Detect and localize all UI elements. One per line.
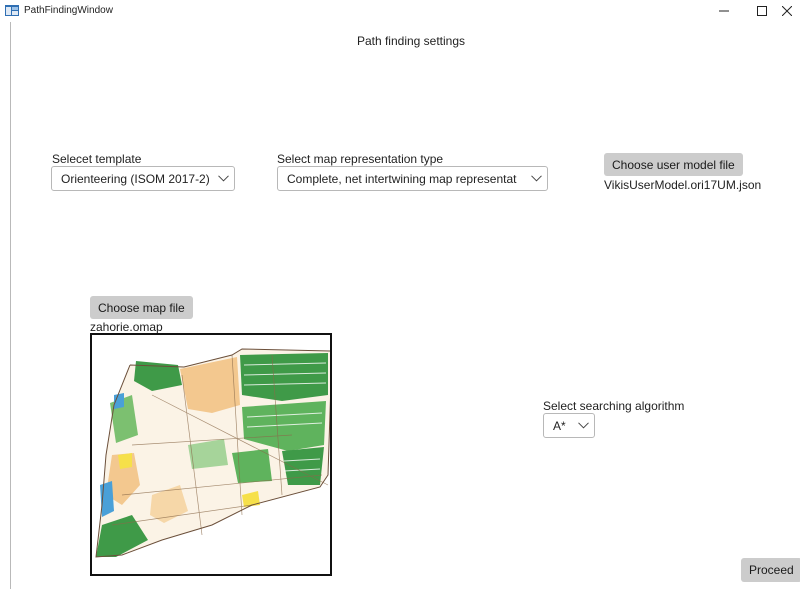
app-icon bbox=[5, 5, 19, 16]
map-file-name: zahorie.omap bbox=[90, 320, 163, 334]
maximize-button[interactable] bbox=[744, 0, 780, 22]
page-title: Path finding settings bbox=[356, 34, 466, 48]
representation-label: Select map representation type bbox=[277, 152, 444, 166]
chevron-down-icon bbox=[572, 422, 594, 429]
minimize-button[interactable] bbox=[706, 0, 742, 22]
representation-selected-value: Complete, net intertwining map represent… bbox=[287, 171, 517, 186]
maximize-icon bbox=[757, 6, 767, 16]
choose-map-file-button[interactable]: Choose map file bbox=[90, 296, 193, 319]
algorithm-label: Select searching algorithm bbox=[543, 399, 685, 413]
close-button[interactable] bbox=[782, 0, 800, 22]
orienteering-map-image bbox=[95, 348, 330, 558]
minimize-icon bbox=[719, 10, 729, 12]
user-model-file-name: VikisUserModel.ori17UM.json bbox=[604, 178, 762, 192]
choose-user-model-button[interactable]: Choose user model file bbox=[604, 153, 743, 176]
representation-combobox[interactable]: Complete, net intertwining map represent… bbox=[277, 166, 548, 191]
map-preview bbox=[90, 333, 332, 576]
chevron-down-icon bbox=[525, 175, 547, 182]
template-selected-value: Orienteering (ISOM 2017-2) bbox=[61, 171, 210, 186]
template-label: Selecet template bbox=[52, 152, 142, 166]
window-title: PathFindingWindow bbox=[24, 5, 113, 16]
template-combobox[interactable]: Orienteering (ISOM 2017-2) bbox=[51, 166, 235, 191]
close-icon bbox=[782, 6, 792, 16]
proceed-button[interactable]: Proceed bbox=[741, 558, 800, 582]
chevron-down-icon bbox=[212, 175, 234, 182]
window-left-edge bbox=[10, 22, 11, 589]
title-bar[interactable]: PathFindingWindow bbox=[0, 0, 800, 22]
algorithm-combobox[interactable]: A* bbox=[543, 413, 595, 438]
algorithm-selected-value: A* bbox=[553, 418, 566, 433]
path-finding-window: PathFindingWindow Path finding settings … bbox=[0, 0, 800, 589]
